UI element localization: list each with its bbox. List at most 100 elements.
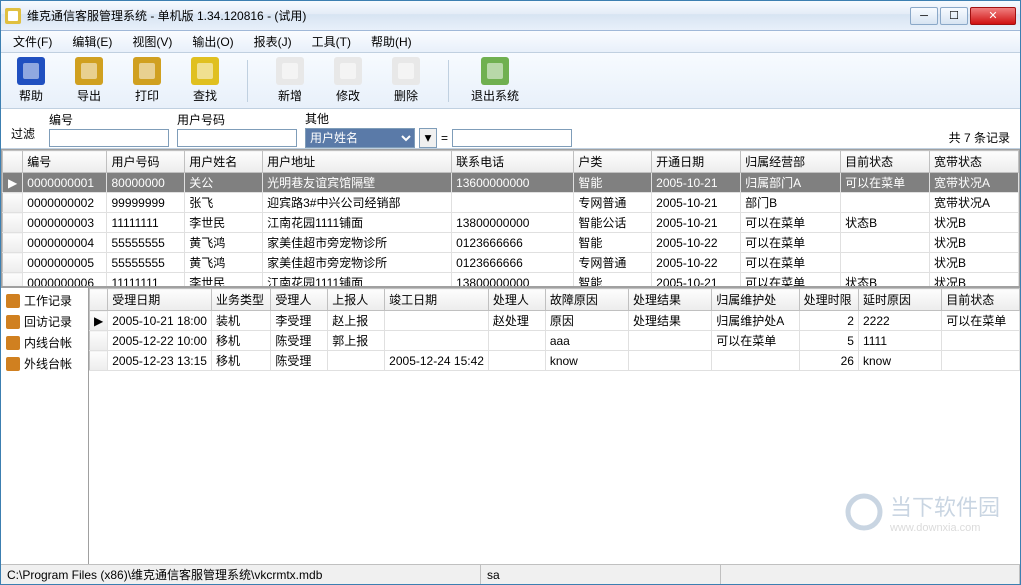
side-nav-item-1[interactable]: 回访记录 [3, 311, 86, 332]
table-cell: 智能 [574, 233, 652, 253]
detail-col-header[interactable]: 受理日期 [108, 289, 212, 311]
side-nav-label: 工作记录 [24, 292, 72, 309]
filter-other-input[interactable] [452, 129, 572, 147]
detail-col-header[interactable]: 目前状态 [942, 289, 1020, 311]
table-cell: 张飞 [185, 193, 263, 213]
toolbar-修改[interactable]: 修改 [328, 57, 368, 104]
detail-col-header[interactable]: 处理人 [488, 289, 545, 311]
table-cell [629, 351, 712, 371]
side-nav-item-3[interactable]: 外线台帐 [3, 353, 86, 374]
table-cell: 可以在菜单 [841, 173, 930, 193]
main-col-header[interactable]: 用户号码 [107, 151, 185, 173]
toolbar-label: 新增 [278, 87, 302, 104]
main-col-header[interactable]: 宽带状态 [930, 151, 1019, 173]
table-cell: 赵上报 [328, 311, 385, 331]
menu-item-5[interactable]: 工具(T) [304, 31, 359, 52]
main-col-header[interactable]: 开通日期 [652, 151, 741, 173]
table-cell: 归属部门A [741, 173, 841, 193]
table-cell [488, 351, 545, 371]
main-col-header[interactable]: 户类 [574, 151, 652, 173]
table-cell: 专网普通 [574, 193, 652, 213]
detail-col-header[interactable]: 受理人 [271, 289, 328, 311]
detail-col-header[interactable]: 延时原因 [858, 289, 941, 311]
table-cell [942, 351, 1020, 371]
toolbar-icon [17, 57, 45, 85]
main-grid[interactable]: 编号用户号码用户姓名用户地址联系电话户类开通日期归属经营部目前状态宽带状态▶00… [1, 149, 1020, 287]
main-col-header[interactable]: 用户地址 [263, 151, 452, 173]
close-button[interactable]: ✕ [970, 7, 1016, 25]
filter-id-input[interactable] [49, 129, 169, 147]
detail-col-header[interactable]: 故障原因 [545, 289, 628, 311]
menu-item-6[interactable]: 帮助(H) [363, 31, 420, 52]
menu-item-4[interactable]: 报表(J) [246, 31, 300, 52]
table-cell: 2005-10-21 18:00 [108, 311, 212, 331]
table-row[interactable]: 000000000299999999张飞迎宾路3#中兴公司经销部专网普通2005… [3, 193, 1019, 213]
detail-col-header[interactable]: 业务类型 [211, 289, 270, 311]
row-indicator: ▶ [90, 311, 108, 331]
titlebar: 维克通信客服管理系统 - 单机版 1.34.120816 - (试用) ─ ☐ … [1, 1, 1020, 31]
main-col-header[interactable]: 用户姓名 [185, 151, 263, 173]
filter-other-dropdown[interactable]: ▾ [419, 128, 437, 148]
minimize-button[interactable]: ─ [910, 7, 938, 25]
detail-grid[interactable]: 受理日期业务类型受理人上报人竣工日期处理人故障原因处理结果归属维护处处理时限延时… [89, 288, 1020, 564]
filter-userno-label: 用户号码 [177, 111, 297, 128]
toolbar-label: 查找 [193, 87, 217, 104]
main-col-header[interactable]: 编号 [23, 151, 107, 173]
toolbar-帮助[interactable]: 帮助 [11, 57, 51, 104]
table-cell: 状态B [841, 213, 930, 233]
side-nav-label: 回访记录 [24, 313, 72, 330]
toolbar-退出系统[interactable]: 退出系统 [471, 57, 519, 104]
table-row[interactable]: ▶000000000180000000关公光明巷友谊宾馆隔壁1360000000… [3, 173, 1019, 193]
main-col-header[interactable]: 目前状态 [841, 151, 930, 173]
table-cell: 状况B [930, 233, 1019, 253]
table-cell: 李世民 [185, 273, 263, 288]
filter-other-select[interactable]: 用户姓名 [305, 128, 415, 148]
toolbar-icon [191, 57, 219, 85]
menu-item-2[interactable]: 视图(V) [124, 31, 180, 52]
toolbar-label: 修改 [336, 87, 360, 104]
side-nav-item-0[interactable]: 工作记录 [3, 290, 86, 311]
table-row[interactable]: 2005-12-23 13:15移机陈受理2005-12-24 15:42kno… [90, 351, 1020, 371]
detail-col-header[interactable]: 处理时限 [799, 289, 858, 311]
detail-col-header[interactable]: 上报人 [328, 289, 385, 311]
table-row[interactable]: 000000000455555555黄飞鸿家美佳超市旁宠物诊所012366666… [3, 233, 1019, 253]
toolbar-新增[interactable]: 新增 [270, 57, 310, 104]
table-cell: 智能 [574, 273, 652, 288]
window-title: 维克通信客服管理系统 - 单机版 1.34.120816 - (试用) [27, 7, 910, 24]
main-col-header[interactable]: 联系电话 [452, 151, 574, 173]
table-cell: 0000000002 [23, 193, 107, 213]
table-cell: 可以在菜单 [741, 253, 841, 273]
table-row[interactable]: 000000000555555555黄飞鸿家美佳超市旁宠物诊所012366666… [3, 253, 1019, 273]
table-row[interactable]: 000000000311111111李世民江南花园1111铺面138000000… [3, 213, 1019, 233]
side-nav: 工作记录回访记录内线台帐外线台帐 [1, 288, 89, 564]
detail-col-header[interactable]: 处理结果 [629, 289, 712, 311]
toolbar-icon [75, 57, 103, 85]
filter-userno-input[interactable] [177, 129, 297, 147]
toolbar-导出[interactable]: 导出 [69, 57, 109, 104]
toolbar-删除[interactable]: 删除 [386, 57, 426, 104]
table-cell: 陈受理 [271, 351, 328, 371]
statusbar: C:\Program Files (x86)\维克通信客服管理系统\vkcrmt… [1, 564, 1020, 584]
table-cell: 状况B [930, 273, 1019, 288]
maximize-button[interactable]: ☐ [940, 7, 968, 25]
table-cell: 关公 [185, 173, 263, 193]
table-row[interactable]: ▶2005-10-21 18:00装机李受理赵上报赵处理原因处理结果归属维护处A… [90, 311, 1020, 331]
toolbar-查找[interactable]: 查找 [185, 57, 225, 104]
table-cell [942, 331, 1020, 351]
detail-col-header[interactable]: 归属维护处 [712, 289, 799, 311]
link-icon [6, 336, 20, 350]
filter-other-label: 其他 [305, 110, 572, 127]
menu-item-0[interactable]: 文件(F) [5, 31, 60, 52]
menu-item-3[interactable]: 输出(O) [184, 31, 241, 52]
menu-item-1[interactable]: 编辑(E) [64, 31, 120, 52]
detail-col-header[interactable]: 竣工日期 [385, 289, 489, 311]
main-col-header[interactable]: 归属经营部 [741, 151, 841, 173]
toolbar-打印[interactable]: 打印 [127, 57, 167, 104]
status-empty [721, 565, 1020, 584]
table-row[interactable]: 2005-12-22 10:00移机陈受理郭上报aaa可以在菜单51111 [90, 331, 1020, 351]
row-indicator [3, 253, 23, 273]
side-nav-item-2[interactable]: 内线台帐 [3, 332, 86, 353]
table-row[interactable]: 000000000611111111李世民江南花园1111铺面138000000… [3, 273, 1019, 288]
table-cell: 2005-10-21 [652, 173, 741, 193]
row-indicator [90, 331, 108, 351]
